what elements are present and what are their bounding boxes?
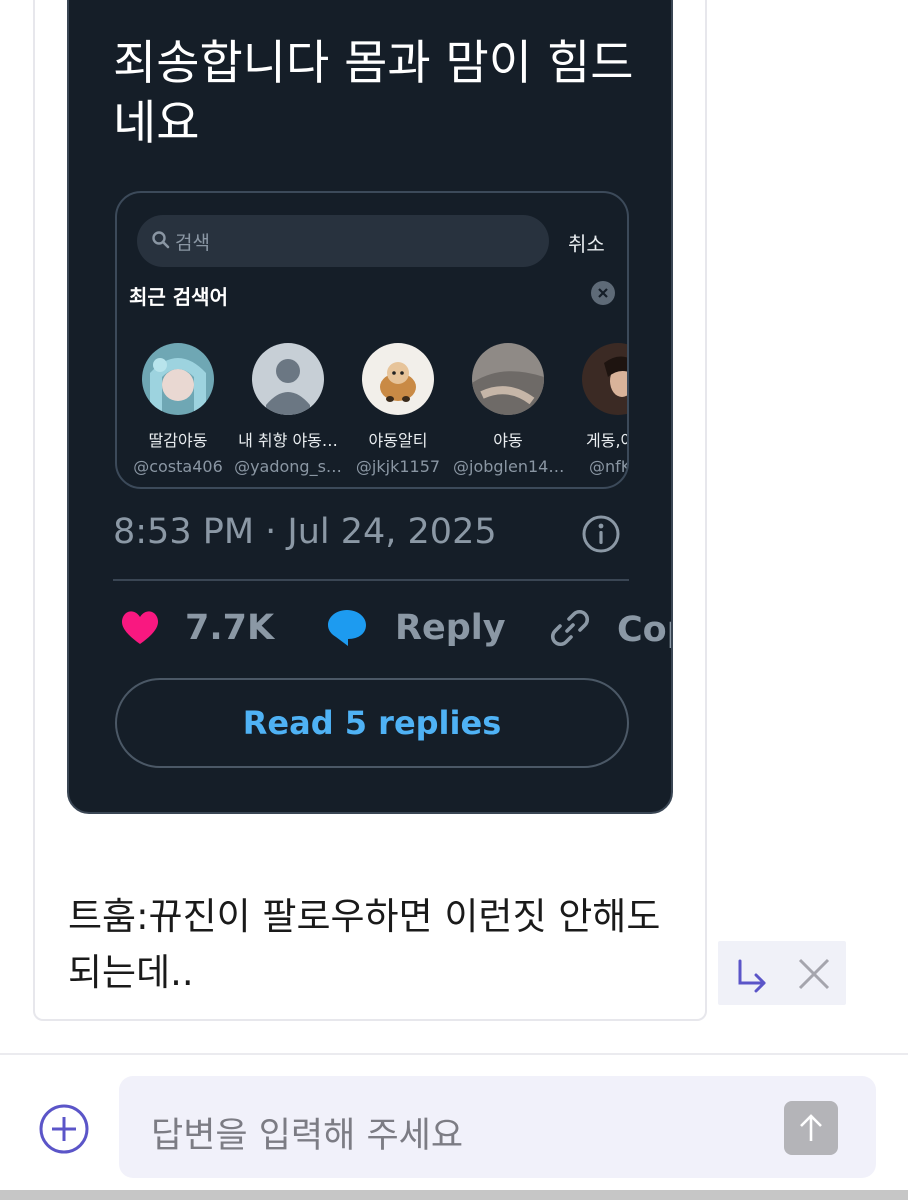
like-count: 7.7K [185,608,275,648]
account-name: 야동 [493,431,523,450]
copy-label: Cop [617,610,671,650]
search-input[interactable]: 검색 [137,215,549,267]
tweet-timestamp: 8:53 PM · Jul 24, 2025 [113,512,497,552]
recent-searches-title: 최근 검색어 [129,285,228,309]
recent-account[interactable]: 야동알티 @jkjk1157 [343,343,453,476]
speech-bubble-icon [328,610,366,646]
reply-arrow-icon[interactable] [732,955,772,995]
account-handle: @yadong_s… [234,457,342,476]
close-icon [598,288,608,298]
recent-account[interactable]: 야동 @jobglen14… [453,343,563,476]
search-placeholder: 검색 [175,232,210,254]
read-replies-button[interactable]: Read 5 replies [115,678,629,768]
avatar [252,343,324,415]
arrow-up-icon [800,1114,822,1141]
account-name: 내 취향 야동… [238,431,338,450]
account-name: 야동알티 [368,431,428,450]
reply-input-placeholder: 답변을 입력해 주세요 [151,1116,464,1156]
reply-label: Reply [395,608,506,648]
account-handle: @jkjk1157 [355,457,441,476]
recent-account[interactable]: 딸감야동 @costa406 [123,343,233,476]
search-icon [152,231,170,249]
tweet-text: 죄송합니다 몸과 맘이 힘드네요 [113,36,634,151]
link-icon [550,609,590,647]
embedded-tweet-screenshot: 죄송합니다 몸과 맘이 힘드네요 검색 취소 최근 검색어 딸감야동 @cost… [67,0,673,814]
cancel-button[interactable]: 취소 [568,228,605,257]
like-button[interactable]: 7.7K [119,607,274,648]
clear-recent-button[interactable] [591,281,615,305]
avatar [362,343,434,415]
message-caption: 트훔:뀨진이 팔로우하면 이런짓 안해도 되는데.. [68,895,661,994]
account-handle: @jobglen14… [453,457,563,476]
reply-input[interactable]: 답변을 입력해 주세요 [119,1076,876,1178]
scrollbar [0,1190,908,1200]
recent-search-panel: 검색 취소 최근 검색어 딸감야동 @costa406 내 취향 야동… @ya… [115,191,629,489]
avatar [582,343,627,415]
divider [113,579,629,581]
avatar [472,343,544,415]
account-name: 딸감야동 [148,431,208,450]
avatar [142,343,214,415]
account-name: 게동,야동 [586,431,627,450]
account-handle: @nfKEf [588,457,627,476]
add-attachment-button[interactable] [38,1103,90,1155]
reply-button[interactable]: Reply [325,607,506,648]
divider [0,1053,908,1055]
message-actions [718,941,846,1005]
account-handle: @costa406 [133,457,223,476]
copy-link-button[interactable]: Cop [549,607,671,650]
recent-account[interactable]: 내 취향 야동… @yadong_s… [233,343,343,476]
recent-account[interactable]: 게동,야동 @nfKEf [563,343,627,476]
info-icon[interactable] [581,514,621,554]
send-button[interactable] [784,1101,838,1155]
heart-icon [121,611,159,644]
close-icon[interactable] [796,956,832,992]
